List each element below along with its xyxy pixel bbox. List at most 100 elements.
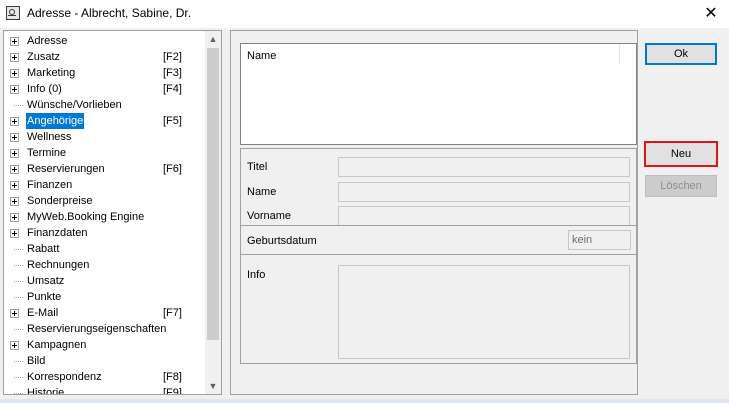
neu-button[interactable]: Neu xyxy=(644,141,718,167)
expand-plus-icon[interactable] xyxy=(10,309,19,318)
tree-item-label: Zusatz xyxy=(27,51,61,63)
tree-item-label: MyWeb.Booking Engine xyxy=(27,211,145,223)
info-group: Info xyxy=(240,254,637,364)
tree-item-label: Info (0) xyxy=(27,83,62,95)
tree-connector-line xyxy=(14,361,23,362)
tree-item[interactable]: Rabatt xyxy=(4,241,207,257)
name-group: Titel Name Vorname xyxy=(240,148,637,226)
geburtsdatum-label: Geburtsdatum xyxy=(247,235,317,247)
tree-item[interactable]: MyWeb.Booking Engine xyxy=(4,209,207,225)
relatives-list[interactable]: Name xyxy=(240,43,637,145)
tree-item[interactable]: Bild xyxy=(4,353,207,369)
tree-item[interactable]: Angehörige [F5] xyxy=(4,113,207,129)
tree-item-label: Kampagnen xyxy=(27,339,87,351)
tree-item[interactable]: Korrespondenz [F8] xyxy=(4,369,207,385)
scrollbar-thumb[interactable] xyxy=(207,48,219,340)
tree-item-label: Reservierungseigenschaften xyxy=(27,323,167,335)
expand-plus-icon[interactable] xyxy=(10,85,19,94)
tree-connector-line xyxy=(14,393,23,394)
titel-field xyxy=(338,157,630,177)
tree-connector-line xyxy=(14,249,23,250)
tree-item[interactable]: Reservierungseigenschaften xyxy=(4,321,207,337)
tree-list: Adresse Zusatz [F2] Marketing [F3] Info (0) [F… xyxy=(4,33,207,395)
tree-connector-line xyxy=(14,281,23,282)
tree-connector-line xyxy=(14,377,23,378)
expand-plus-icon[interactable] xyxy=(10,341,19,350)
expand-plus-icon[interactable] xyxy=(10,117,19,126)
tree-item-label: Rabatt xyxy=(27,243,60,255)
expand-plus-icon[interactable] xyxy=(10,133,19,142)
tree-item[interactable]: Finanzen xyxy=(4,177,207,193)
tree-item[interactable]: Sonderpreise xyxy=(4,193,207,209)
tree-item-label: Sonderpreise xyxy=(27,195,93,207)
ok-button[interactable]: Ok xyxy=(645,43,717,65)
detail-panel: Name Titel Name Vorname Geburtsdatum kei… xyxy=(230,30,638,395)
close-icon[interactable]: ✕ xyxy=(693,0,729,28)
neu-button-label: Neu xyxy=(670,148,692,160)
tree-item-shortcut: [F2] xyxy=(163,51,182,63)
tree-item-label: Adresse xyxy=(27,35,68,47)
scroll-up-icon[interactable]: ▲ xyxy=(205,31,221,47)
expand-plus-icon[interactable] xyxy=(10,229,19,238)
window-bottom-edge xyxy=(0,399,729,403)
tree-scrollbar[interactable]: ▲ ▼ xyxy=(205,31,221,394)
expand-plus-icon[interactable] xyxy=(10,37,19,46)
name-field xyxy=(338,182,630,202)
tree-item-label: Historie xyxy=(27,387,65,395)
tree-item[interactable]: Wellness xyxy=(4,129,207,145)
loeschen-button[interactable]: Löschen xyxy=(645,175,717,197)
geburtsdatum-field: kein xyxy=(568,230,631,250)
tree-item-label: Rechnungen xyxy=(27,259,90,271)
expand-plus-icon[interactable] xyxy=(10,213,19,222)
tree-item[interactable]: Info (0) [F4] xyxy=(4,81,207,97)
tree-item-shortcut: [F7] xyxy=(163,307,182,319)
tree-connector-line xyxy=(14,297,23,298)
tree-item-label: Angehörige xyxy=(26,113,85,129)
expand-plus-icon[interactable] xyxy=(10,197,19,206)
tree-item-shortcut: [F5] xyxy=(163,115,182,127)
tree-item[interactable]: Wünsche/Vorlieben xyxy=(4,97,207,113)
tree-item-shortcut: [F4] xyxy=(163,83,182,95)
tree-item[interactable]: Historie [F9] xyxy=(4,385,207,395)
tree-item[interactable]: Umsatz xyxy=(4,273,207,289)
expand-plus-icon[interactable] xyxy=(10,181,19,190)
scroll-down-icon[interactable]: ▼ xyxy=(205,378,221,394)
tree-item[interactable]: Reservierungen [F6] xyxy=(4,161,207,177)
column-header-name: Name xyxy=(247,50,277,62)
expand-plus-icon[interactable] xyxy=(10,53,19,62)
tree-item[interactable]: Kampagnen xyxy=(4,337,207,353)
tree-connector-line xyxy=(14,105,23,106)
tree-item[interactable]: Finanzdaten xyxy=(4,225,207,241)
tree-item-label: Marketing xyxy=(27,67,76,79)
tree-item[interactable]: Adresse xyxy=(4,33,207,49)
tree-item[interactable]: Marketing [F3] xyxy=(4,65,207,81)
expand-plus-icon[interactable] xyxy=(10,149,19,158)
tree-item-label: E-Mail xyxy=(27,307,59,319)
address-card-icon xyxy=(6,6,20,20)
info-field xyxy=(338,265,630,359)
list-column-header[interactable]: Name xyxy=(241,44,620,64)
tree-item-label: Termine xyxy=(27,147,67,159)
tree-item-label: Wünsche/Vorlieben xyxy=(27,99,122,111)
tree-item[interactable]: Punkte xyxy=(4,289,207,305)
tree-item[interactable]: Rechnungen xyxy=(4,257,207,273)
birthdate-group: Geburtsdatum kein xyxy=(240,225,637,255)
tree-connector-line xyxy=(14,329,23,330)
window-title: Adresse - Albrecht, Sabine, Dr. xyxy=(27,6,192,20)
tree-item[interactable]: Termine xyxy=(4,145,207,161)
tree-connector-line xyxy=(14,265,23,266)
tree-item-shortcut: [F3] xyxy=(163,67,182,79)
tree-item-shortcut: [F8] xyxy=(163,371,182,383)
titel-label: Titel xyxy=(247,161,268,173)
info-label: Info xyxy=(247,269,266,281)
expand-plus-icon[interactable] xyxy=(10,69,19,78)
tree-item[interactable]: Zusatz [F2] xyxy=(4,49,207,65)
tree-item-label: Punkte xyxy=(27,291,62,303)
expand-plus-icon[interactable] xyxy=(10,165,19,174)
tree-item[interactable]: E-Mail [F7] xyxy=(4,305,207,321)
navigation-tree[interactable]: Adresse Zusatz [F2] Marketing [F3] Info (0) [F… xyxy=(3,30,222,395)
tree-item-label: Wellness xyxy=(27,131,72,143)
vorname-label: Vorname xyxy=(247,210,292,222)
tree-item-label: Bild xyxy=(27,355,46,367)
tree-item-label: Umsatz xyxy=(27,275,65,287)
